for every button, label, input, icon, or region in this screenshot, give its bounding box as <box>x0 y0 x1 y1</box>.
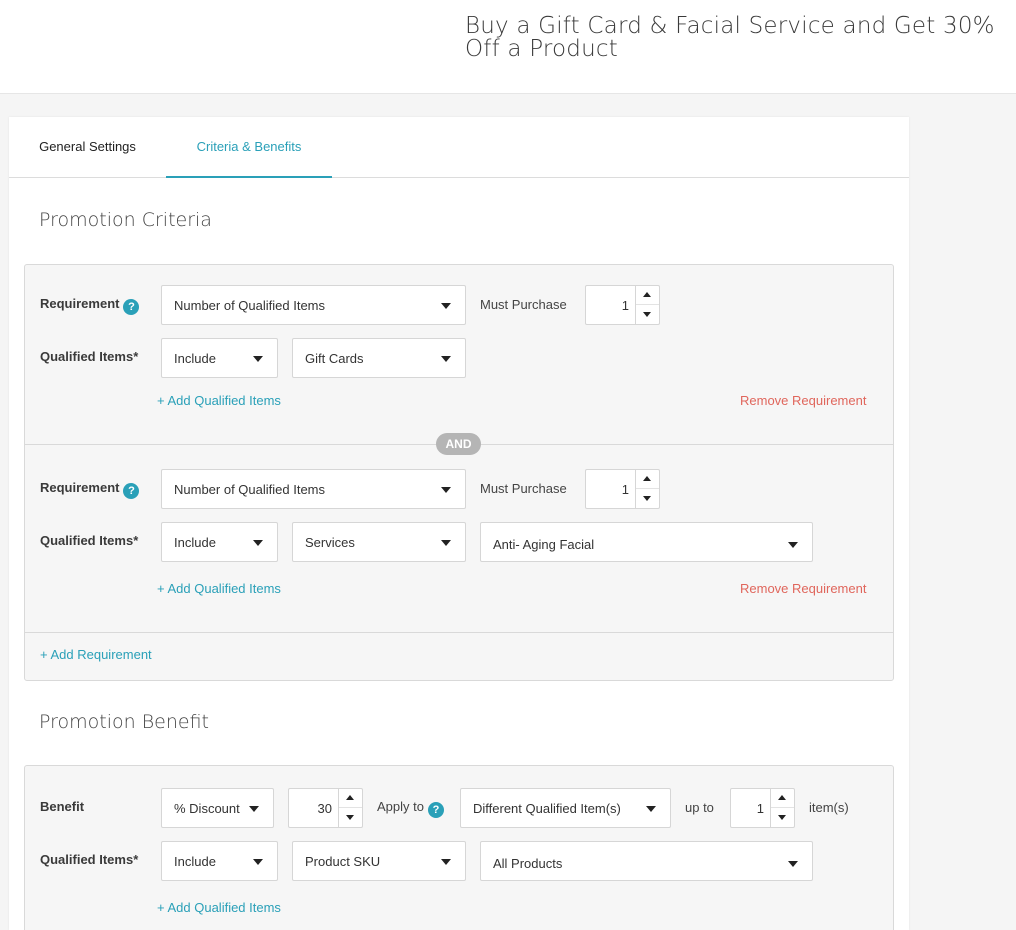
add-requirement-link[interactable]: + Add Requirement <box>40 647 152 663</box>
benefit-panel: Benefit % Discount 30 Apply to? Differen… <box>24 765 894 930</box>
requirement-label-2: Requirement? <box>40 480 140 499</box>
tab-criteria-benefits[interactable]: Criteria & Benefits <box>166 117 332 178</box>
help-icon[interactable]: ? <box>123 483 140 499</box>
caret-down-icon <box>441 487 451 493</box>
apply-to-label: Apply to? <box>377 799 444 818</box>
caret-down-icon <box>441 356 451 362</box>
and-badge: AND <box>436 433 481 455</box>
stepper-up-icon[interactable] <box>636 286 659 305</box>
benefit-item-select[interactable]: All Products <box>480 841 813 881</box>
include-select-2[interactable]: Include <box>161 522 278 562</box>
caret-down-icon <box>253 859 263 865</box>
tab-general-settings[interactable]: General Settings <box>9 117 166 178</box>
tab-bar: General Settings Criteria & Benefits <box>9 117 909 178</box>
stepper-down-icon[interactable] <box>636 489 659 508</box>
promotion-criteria-title: Promotion Criteria <box>39 209 212 231</box>
stepper-down-icon[interactable] <box>771 808 794 827</box>
promotion-benefit-title: Promotion Benefit <box>39 711 209 733</box>
promotion-editor-card: General Settings Criteria & Benefits Pro… <box>9 117 909 930</box>
up-to-stepper[interactable]: 1 <box>730 788 795 828</box>
items-suffix-label: item(s) <box>809 800 849 815</box>
caret-down-icon <box>788 861 798 867</box>
caret-down-icon <box>646 806 656 812</box>
page-title: Buy a Gift Card & Facial Service and Get… <box>465 13 995 62</box>
caret-down-icon <box>253 356 263 362</box>
category-select-2[interactable]: Services <box>292 522 466 562</box>
apply-to-select[interactable]: Different Qualified Item(s) <box>460 788 671 828</box>
caret-down-icon <box>441 859 451 865</box>
criteria-panel: Requirement? Number of Qualified Items M… <box>24 264 894 681</box>
benefit-qualified-items-label: Qualified Items* <box>40 852 139 867</box>
category-select-1[interactable]: Gift Cards <box>292 338 466 378</box>
benefit-label: Benefit <box>40 799 85 814</box>
stepper-up-icon[interactable] <box>636 470 659 489</box>
caret-down-icon <box>441 540 451 546</box>
include-select-1[interactable]: Include <box>161 338 278 378</box>
must-purchase-label-2: Must Purchase <box>480 481 567 496</box>
requirement-type-select-2[interactable]: Number of Qualified Items <box>161 469 466 509</box>
requirement-type-select-1[interactable]: Number of Qualified Items <box>161 285 466 325</box>
up-to-label: up to <box>685 800 714 815</box>
requirement-label-1: Requirement? <box>40 296 140 315</box>
must-purchase-stepper-2[interactable]: 1 <box>585 469 660 509</box>
caret-down-icon <box>441 303 451 309</box>
discount-value-stepper[interactable]: 30 <box>288 788 363 828</box>
benefit-include-select[interactable]: Include <box>161 841 278 881</box>
benefit-category-select[interactable]: Product SKU <box>292 841 466 881</box>
qualified-items-label-1: Qualified Items* <box>40 349 139 364</box>
benefit-add-qualified-items-link[interactable]: + Add Qualified Items <box>157 900 281 916</box>
help-icon[interactable]: ? <box>123 299 140 315</box>
add-qualified-items-link-2[interactable]: + Add Qualified Items <box>157 581 281 597</box>
caret-down-icon <box>788 542 798 548</box>
caret-down-icon <box>249 806 259 812</box>
stepper-down-icon[interactable] <box>339 808 362 827</box>
stepper-up-icon[interactable] <box>339 789 362 808</box>
must-purchase-stepper-1[interactable]: 1 <box>585 285 660 325</box>
help-icon[interactable]: ? <box>427 802 444 818</box>
add-qualified-items-link-1[interactable]: + Add Qualified Items <box>157 393 281 409</box>
discount-type-select[interactable]: % Discount <box>161 788 274 828</box>
item-select-2[interactable]: Anti- Aging Facial <box>480 522 813 562</box>
stepper-down-icon[interactable] <box>636 305 659 324</box>
remove-requirement-link-1[interactable]: Remove Requirement <box>740 393 866 409</box>
must-purchase-label-1: Must Purchase <box>480 297 567 312</box>
remove-requirement-link-2[interactable]: Remove Requirement <box>740 581 866 597</box>
add-requirement-divider <box>25 632 893 633</box>
caret-down-icon <box>253 540 263 546</box>
top-header: Buy a Gift Card & Facial Service and Get… <box>0 0 1016 94</box>
stepper-up-icon[interactable] <box>771 789 794 808</box>
qualified-items-label-2: Qualified Items* <box>40 533 139 548</box>
